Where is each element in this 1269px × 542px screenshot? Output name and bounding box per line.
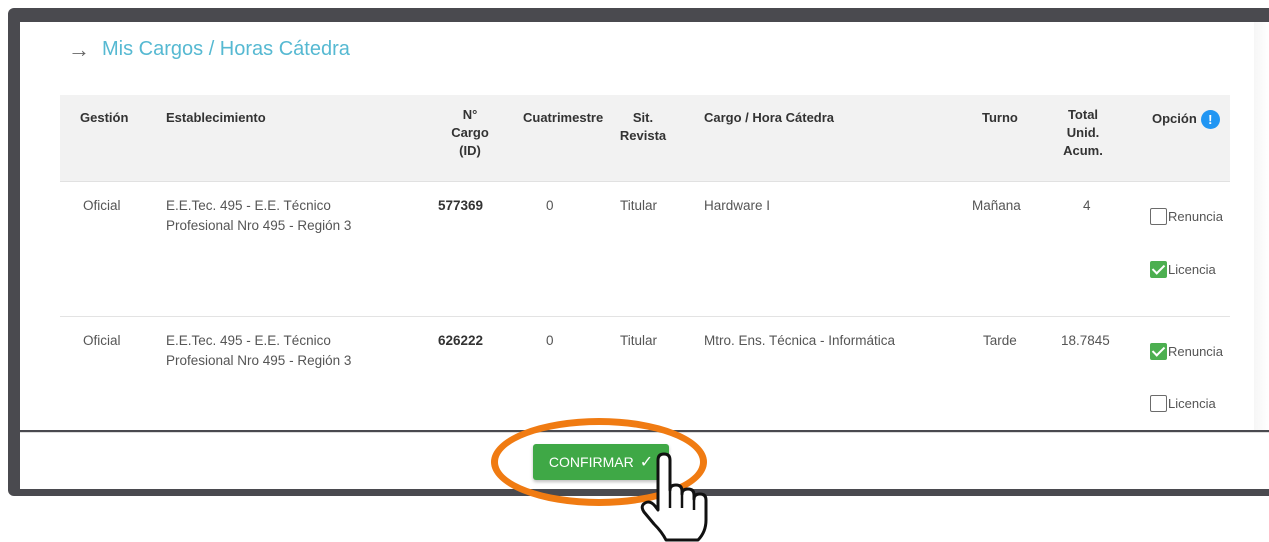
- page-title-text: Mis Cargos / Horas Cátedra: [102, 38, 350, 60]
- licencia-checkbox[interactable]: Licencia: [1150, 395, 1216, 412]
- licencia-checkbox[interactable]: Licencia: [1150, 261, 1216, 278]
- col-cargo-id: N° Cargo (ID): [451, 107, 489, 158]
- row-gestion: Oficial: [83, 198, 121, 213]
- row-gestion: Oficial: [83, 333, 121, 348]
- hand-pointer-icon: [640, 452, 708, 542]
- col-total: Total Unid. Acum.: [1063, 107, 1103, 158]
- row-cargo-id: 577369: [438, 198, 484, 213]
- row-cargo-hora: Hardware I: [704, 198, 771, 213]
- row-cuatrimestre: 0: [546, 198, 554, 213]
- row-cargo-id: 626222: [438, 333, 484, 348]
- renuncia-checkbox[interactable]: Renuncia: [1150, 208, 1223, 225]
- page-title: → Mis Cargos / Horas Cátedra: [68, 38, 350, 61]
- row-cuatrimestre: 0: [546, 333, 554, 348]
- row-sit-revista: Titular: [620, 198, 658, 213]
- col-opcion: Opción!: [1152, 110, 1220, 130]
- checkbox-box[interactable]: [1150, 395, 1167, 412]
- row-turno: Mañana: [972, 198, 1021, 213]
- col-turno: Turno: [982, 110, 1018, 125]
- info-icon[interactable]: !: [1200, 110, 1220, 130]
- row-divider: [60, 316, 1230, 317]
- col-cargo-hora: Cargo / Hora Cátedra: [704, 110, 835, 125]
- col-gestion: Gestión: [80, 110, 129, 125]
- row-turno: Tarde: [983, 333, 1017, 348]
- row-total: 4: [1083, 198, 1091, 213]
- row-cargo-hora: Mtro. Ens. Técnica - Informática: [704, 333, 896, 348]
- renuncia-checkbox[interactable]: Renuncia: [1150, 343, 1223, 360]
- row-establecimiento: E.E.Tec. 495 - E.E. Técnico Profesional …: [166, 198, 352, 233]
- checkbox-box-checked[interactable]: [1150, 261, 1167, 278]
- col-establecimiento: Establecimiento: [166, 110, 266, 125]
- checkbox-box-checked[interactable]: [1150, 343, 1167, 360]
- col-sit-revista: Sit. Revista: [619, 110, 667, 143]
- checkbox-box[interactable]: [1150, 208, 1167, 225]
- panel-edge: [1254, 22, 1269, 430]
- row-sit-revista: Titular: [620, 333, 658, 348]
- col-cuatrimestre: Cuatrimestre: [523, 110, 604, 125]
- row-total: 18.7845: [1061, 333, 1110, 348]
- arrow-right-icon: →: [68, 36, 90, 62]
- row-establecimiento: E.E.Tec. 495 - E.E. Técnico Profesional …: [166, 333, 352, 368]
